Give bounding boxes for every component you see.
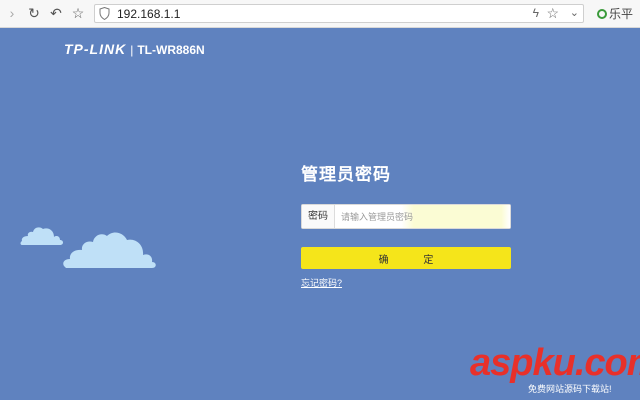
extension-label: 乐平 <box>609 7 634 21</box>
brand-separator: | <box>130 43 134 57</box>
watermark-tagline: 免费网站源码下载站! <box>528 384 612 394</box>
tp-link-logo: TP-LINK <box>64 41 127 57</box>
small-cloud-icon <box>20 227 63 245</box>
password-label: 密码 <box>302 205 335 228</box>
password-input[interactable] <box>335 205 510 228</box>
reload-icon[interactable]: ↻ <box>26 5 42 21</box>
confirm-button[interactable]: 确 定 <box>301 247 511 269</box>
extension-search[interactable]: 乐平 <box>597 5 633 22</box>
page-title: 管理员密码 <box>301 165 391 184</box>
password-field: 密码 <box>301 204 511 229</box>
url-text: 192.168.1.1 <box>117 7 181 21</box>
lightning-icon[interactable]: ϟ <box>533 6 539 20</box>
star-outline-icon[interactable]: ☆ <box>70 5 86 21</box>
watermark-logo: aspku.com <box>470 342 640 384</box>
watermark: aspku.com 免费网站源码下载站! <box>470 342 640 394</box>
browser-toolbar: › ↻ ↶ ☆ 192.168.1.1 ϟ ☆ ⌄ 乐平 <box>0 0 640 28</box>
model-name: TL-WR886N <box>137 43 205 57</box>
large-cloud-icon <box>63 232 156 268</box>
bookmark-star-icon[interactable]: ☆ <box>546 5 559 22</box>
undo-icon[interactable]: ↶ <box>48 5 64 21</box>
address-bar[interactable]: 192.168.1.1 ϟ ☆ ⌄ <box>94 4 584 23</box>
brand-header: TP-LINK | TL-WR886N <box>64 41 205 59</box>
shield-icon <box>99 7 110 20</box>
search-engine-icon <box>597 9 607 19</box>
chevron-down-icon[interactable]: ⌄ <box>570 6 579 19</box>
forgot-password-link[interactable]: 忘记密码? <box>301 276 342 289</box>
forward-icon[interactable]: › <box>4 5 20 21</box>
